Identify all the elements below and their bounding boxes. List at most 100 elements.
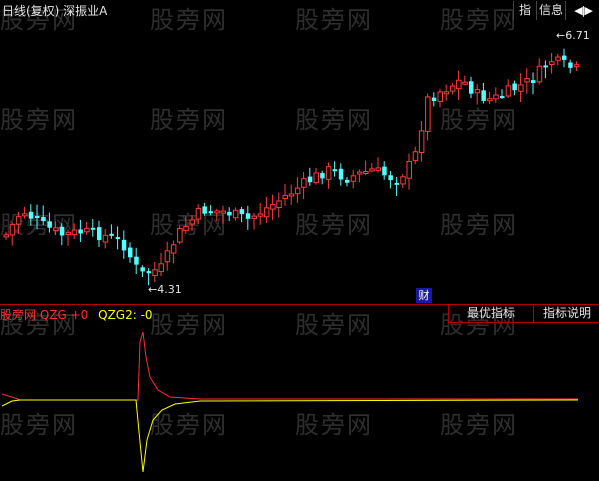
candlestick [350, 169, 357, 189]
candlestick [573, 61, 580, 71]
candlestick [363, 160, 369, 176]
candlestick [431, 92, 437, 107]
candlestick [22, 206, 28, 219]
candlestick [531, 72, 536, 95]
candlestick [400, 173, 406, 189]
candlestick [270, 194, 276, 221]
candlestick [102, 228, 109, 249]
candlestick [220, 205, 226, 224]
candlestick [134, 247, 139, 274]
nav-arrows-button[interactable]: ◀|▶ [565, 1, 599, 20]
candlestick [382, 161, 387, 180]
candlestick [41, 205, 46, 225]
high-price-label: ←6.71 [556, 29, 590, 42]
candlestick [425, 93, 431, 141]
candlestick [195, 204, 202, 225]
candlestick [232, 207, 239, 221]
candlestick [505, 79, 512, 98]
candlestick [47, 212, 52, 233]
candlestick [115, 226, 121, 250]
candlestick [375, 157, 381, 173]
candlestick [555, 53, 561, 66]
candlestick [128, 242, 133, 263]
candlestick [282, 183, 288, 207]
candlestick [158, 252, 164, 277]
candlestick [140, 265, 145, 278]
indicator-value-1: +0 [70, 308, 89, 322]
arrow-icon: ← [148, 283, 158, 296]
candlestick [493, 87, 499, 104]
candlestick [562, 48, 567, 68]
candlestick-chart[interactable] [0, 20, 599, 304]
candlestick [90, 218, 96, 237]
candlestick [35, 204, 40, 230]
candlestick [301, 171, 307, 200]
candlestick [170, 240, 177, 264]
info-button[interactable]: 信息 [536, 1, 565, 20]
candlestick [263, 197, 270, 223]
candlestick [536, 58, 543, 85]
candlestick [518, 73, 524, 103]
candlestick [152, 261, 158, 283]
candlestick [177, 225, 183, 245]
candlestick [65, 229, 71, 246]
candlestick [487, 91, 493, 104]
candlestick [418, 120, 425, 162]
indicator-value-2: QZG2: -0 [98, 308, 153, 322]
candlestick [325, 162, 332, 189]
indicator-button[interactable]: 指 [513, 1, 536, 20]
candlestick [9, 221, 16, 246]
candlestick [369, 163, 375, 173]
candlestick [388, 170, 393, 189]
indicator-chart[interactable] [0, 322, 599, 481]
candlestick [512, 80, 517, 96]
candlestick [251, 212, 257, 230]
candlestick [189, 215, 195, 231]
candlestick [338, 163, 344, 186]
candlestick [449, 83, 456, 95]
candlestick [412, 146, 419, 165]
candlestick [71, 223, 78, 239]
candlestick [183, 216, 189, 234]
candlestick [208, 205, 214, 216]
candlestick [202, 202, 207, 216]
candlestick [313, 167, 319, 185]
indicator-description-tab[interactable]: 指标说明 [533, 305, 599, 323]
candlestick [307, 167, 313, 186]
candlestick [356, 169, 363, 183]
arrow-icon: ← [556, 29, 566, 42]
candlestick [469, 76, 474, 99]
candlestick [462, 75, 468, 86]
candlestick [500, 89, 505, 99]
low-price-label: ←4.31 [148, 283, 182, 296]
candlestick [121, 230, 127, 259]
candlestick [294, 177, 301, 203]
candlestick [28, 204, 34, 226]
candlestick [59, 223, 65, 246]
indicator-line-qzg2 [1, 399, 579, 473]
financial-report-badge[interactable]: 财 [416, 288, 432, 303]
candlestick [15, 211, 22, 234]
candlestick [406, 153, 412, 190]
candlestick [84, 221, 90, 235]
chart-title: 日线(复权) 深振业A [2, 4, 108, 18]
candlestick [164, 241, 171, 271]
candlestick [345, 177, 350, 187]
candlestick [53, 221, 59, 235]
candlestick [97, 220, 102, 247]
best-indicator-tab[interactable]: 最优指标 [448, 305, 533, 323]
candlestick [437, 88, 443, 108]
candlestick [227, 207, 232, 222]
candlestick [543, 60, 548, 79]
candlestick [443, 84, 450, 101]
candlestick [456, 70, 462, 100]
candlestick [288, 184, 295, 205]
candlestick [245, 205, 251, 230]
candlestick [78, 219, 83, 243]
candlestick [481, 82, 486, 104]
candlestick [524, 68, 530, 94]
indicator-line-qzg1 [1, 331, 578, 401]
candlestick [276, 192, 282, 218]
candlestick [474, 84, 481, 105]
candlestick [332, 161, 338, 177]
